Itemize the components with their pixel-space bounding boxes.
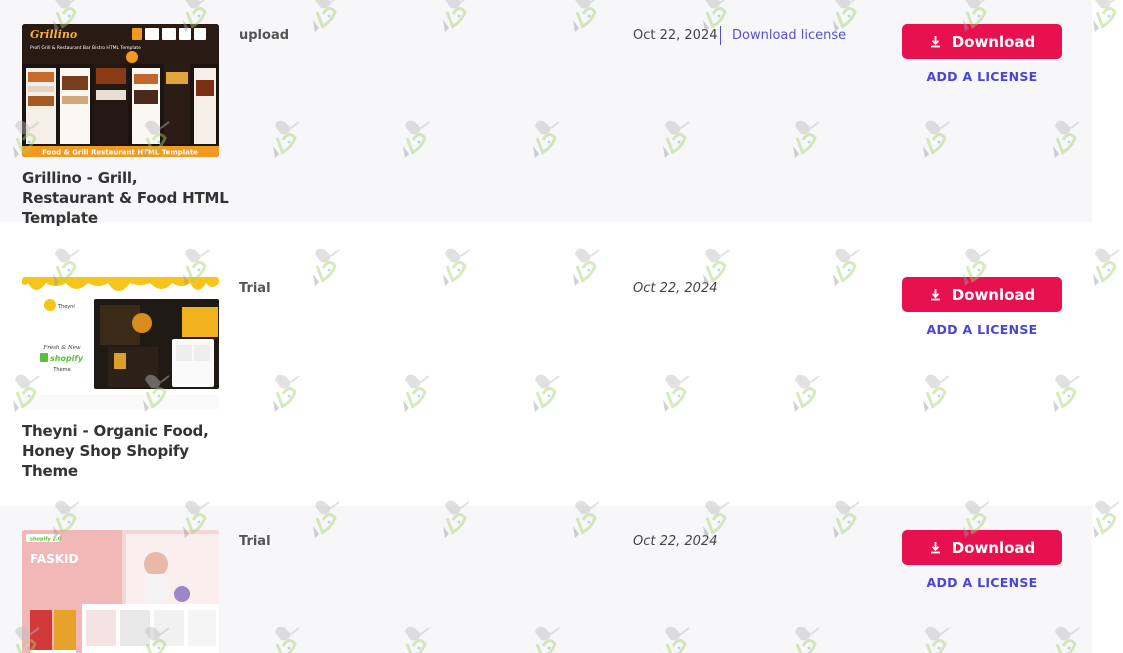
download-arrow-icon bbox=[930, 289, 940, 301]
list-item: Theyni Fresh & New shopify Theme Theyni … bbox=[0, 253, 1092, 480]
svg-text:Profi Grill & Restaurant Bar B: Profi Grill & Restaurant Bar Bistro HTML… bbox=[30, 45, 141, 51]
svg-text:Food & Grill Restaurant HTML T: Food & Grill Restaurant HTML Template bbox=[42, 149, 198, 157]
purchase-date: Oct 22, 2024 bbox=[633, 281, 718, 296]
list-item: Grillino Profi Grill & Restaurant Bar Bi… bbox=[0, 0, 1092, 227]
download-button-label: Download bbox=[951, 32, 1036, 51]
faskid-preview-image: shopify 2.0 FASKID bbox=[22, 530, 219, 653]
svg-text:Theyni: Theyni bbox=[57, 304, 75, 310]
product-thumbnail[interactable]: shopify 2.0 FASKID bbox=[22, 530, 219, 653]
theyni-preview-image: Theyni Fresh & New shopify Theme bbox=[22, 277, 219, 410]
grillino-preview-image: Grillino Profi Grill & Restaurant Bar Bi… bbox=[22, 24, 219, 157]
product-name[interactable]: Grillino - Grill, Restaurant & Food HTML… bbox=[22, 168, 232, 228]
download-license-link[interactable]: Download license bbox=[732, 28, 846, 43]
add-license-link[interactable]: ADD A LICENSE bbox=[902, 575, 1062, 590]
svg-text:shopify 2.0: shopify 2.0 bbox=[30, 537, 62, 543]
svg-text:Theme: Theme bbox=[52, 367, 70, 373]
license-type: upload bbox=[239, 28, 290, 43]
download-button-label: Download bbox=[951, 538, 1036, 557]
download-button[interactable]: Download bbox=[902, 530, 1062, 565]
product-thumbnail[interactable]: Theyni Fresh & New shopify Theme bbox=[22, 277, 219, 410]
downloads-list: Grillino Profi Grill & Restaurant Bar Bi… bbox=[0, 0, 1123, 653]
download-arrow-icon bbox=[930, 36, 940, 48]
svg-text:Grillino: Grillino bbox=[30, 28, 77, 41]
svg-text:shopify: shopify bbox=[50, 354, 84, 363]
purchase-date: Oct 22, 2024 bbox=[633, 534, 718, 549]
purchase-date: Oct 22, 2024 bbox=[633, 28, 718, 43]
download-button[interactable]: Download bbox=[902, 277, 1062, 312]
license-type: Trial bbox=[239, 281, 271, 296]
download-button-label: Download bbox=[951, 285, 1036, 304]
download-arrow-icon bbox=[930, 542, 940, 554]
add-license-link[interactable]: ADD A LICENSE bbox=[902, 69, 1062, 84]
add-license-link[interactable]: ADD A LICENSE bbox=[902, 322, 1062, 337]
download-button[interactable]: Download bbox=[902, 24, 1062, 59]
list-item: shopify 2.0 FASKID Trial Oct 22, 2024 Do… bbox=[0, 506, 1092, 653]
divider bbox=[720, 26, 721, 45]
svg-text:Fresh & New: Fresh & New bbox=[42, 345, 81, 351]
product-thumbnail[interactable]: Grillino Profi Grill & Restaurant Bar Bi… bbox=[22, 24, 219, 157]
svg-text:FASKID: FASKID bbox=[30, 552, 79, 566]
license-type: Trial bbox=[239, 534, 271, 549]
product-name[interactable]: Theyni - Organic Food, Honey Shop Shopif… bbox=[22, 421, 232, 481]
